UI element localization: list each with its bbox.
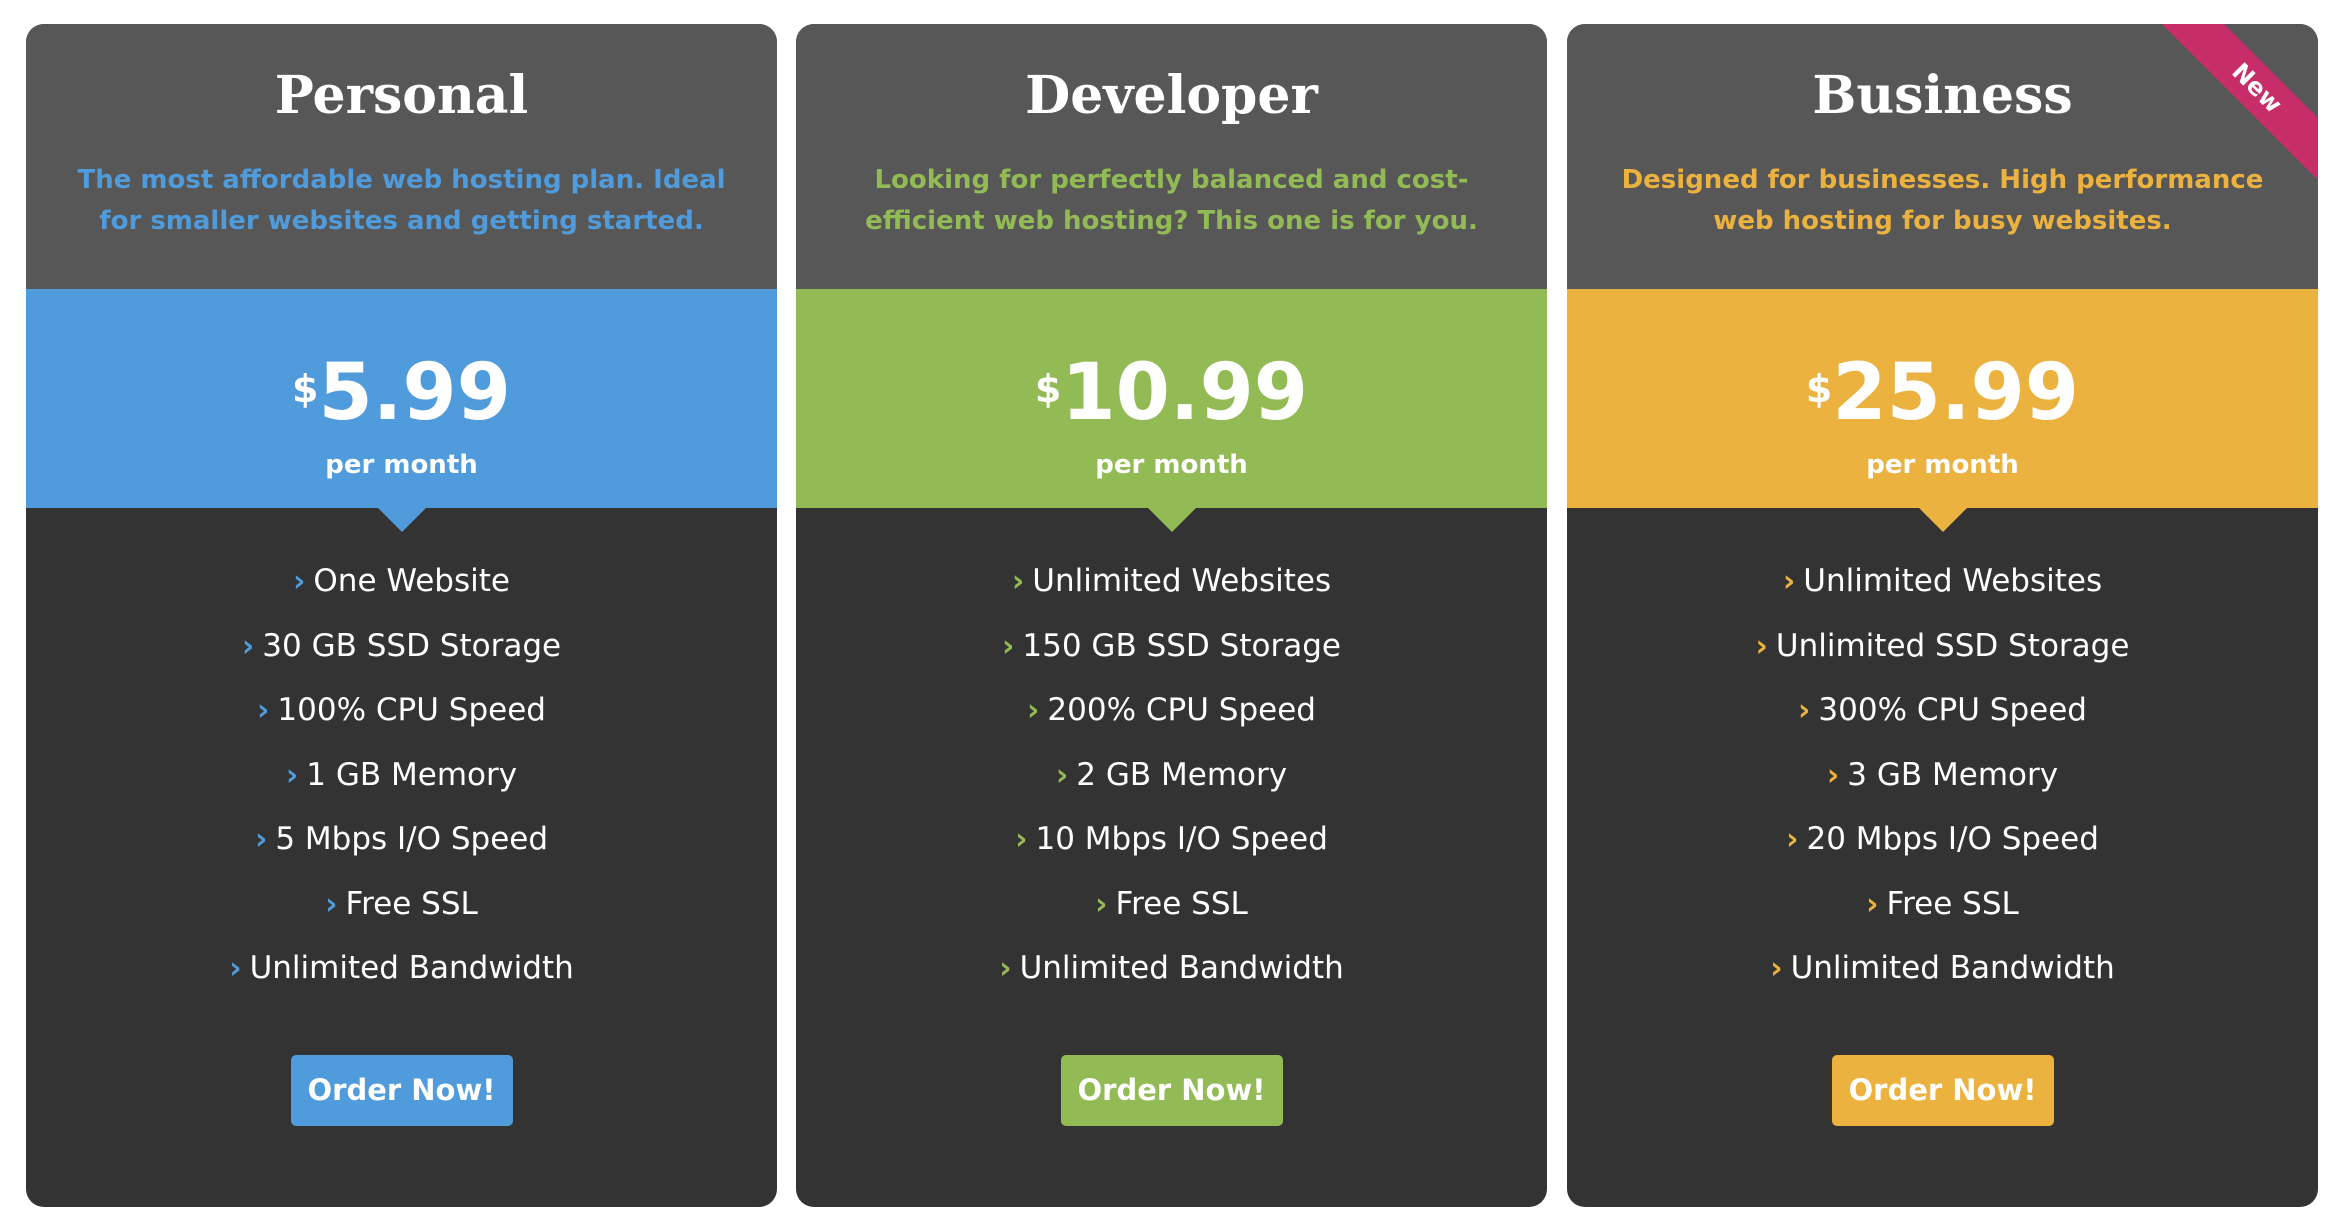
feature-label: 300% CPU Speed <box>1818 692 2087 728</box>
feature-label: Unlimited Websites <box>1032 563 1332 599</box>
feature-label: 2 GB Memory <box>1076 756 1288 793</box>
chevron-right-icon: › <box>285 757 299 793</box>
price-band: $5.99 per month <box>26 289 777 508</box>
chevron-right-icon: › <box>1027 693 1040 728</box>
chevron-right-icon: › <box>1002 628 1015 664</box>
feature-label: Unlimited SSD Storage <box>1775 627 2130 664</box>
chevron-right-icon: › <box>1786 822 1799 857</box>
feature-item: › Free SSL <box>26 884 777 949</box>
feature-item: › Unlimited Bandwidth <box>26 948 777 1013</box>
plan-price: $5.99 <box>26 349 777 458</box>
feature-label: Unlimited Bandwidth <box>249 950 574 986</box>
feature-list: › Unlimited Websites › Unlimited SSD Stora… <box>1567 561 2318 1013</box>
chevron-right-icon: › <box>241 628 255 664</box>
chevron-right-icon: › <box>1782 564 1796 599</box>
price-period: per month <box>325 450 478 480</box>
price-period: per month <box>1866 450 2019 480</box>
feature-item: › 5 Mbps I/O Speed <box>26 819 777 884</box>
plan-price: $25.99 <box>1567 349 2318 458</box>
price-pointer <box>1147 508 1196 532</box>
price-currency: $ <box>292 367 319 411</box>
feature-label: 1 GB Memory <box>306 756 518 793</box>
feature-item: › 150 GB SSD Storage <box>796 626 1547 691</box>
price-band: $25.99 per month <box>1567 289 2318 508</box>
price-amount: 5.99 <box>318 348 511 438</box>
feature-item: › 2 GB Memory <box>796 755 1547 820</box>
feature-item: › 1 GB Memory <box>26 755 777 820</box>
price-currency: $ <box>1034 367 1062 411</box>
feature-item: › Unlimited Bandwidth <box>796 948 1547 1013</box>
ribbon-label: New <box>2160 24 2318 185</box>
order-now-button[interactable]: Order Now! <box>290 1055 513 1126</box>
chevron-right-icon: › <box>325 886 338 922</box>
price-period: per month <box>1095 450 1248 480</box>
price-band: $10.99 per month <box>796 289 1547 508</box>
feature-item: › Unlimited Bandwidth <box>1567 948 2318 1013</box>
plan-card-personal: Personal The most affordable web hosting… <box>26 24 777 1207</box>
feature-label: Free SSL <box>1886 885 2019 922</box>
feature-label: 100% CPU Speed <box>277 692 546 728</box>
plan-header: Personal The most affordable web hosting… <box>26 24 777 289</box>
feature-label: 10 Mbps I/O Speed <box>1035 821 1328 857</box>
price-amount: 10.99 <box>1061 348 1309 438</box>
feature-label: 20 Mbps I/O Speed <box>1806 821 2099 857</box>
plan-header: Developer Looking for perfectly balanced… <box>796 24 1547 289</box>
feature-label: 30 GB SSD Storage <box>262 627 562 664</box>
chevron-right-icon: › <box>1011 564 1025 599</box>
price-pointer <box>1918 508 1967 532</box>
chevron-right-icon: › <box>999 951 1012 986</box>
feature-list: › One Website › 30 GB SSD Storage › 100% CP… <box>26 561 777 1013</box>
chevron-right-icon: › <box>293 564 306 599</box>
plan-description: The most affordable web hosting plan. Id… <box>77 165 726 236</box>
plan-name: Personal <box>274 65 529 126</box>
plan-name: Developer <box>1025 65 1318 126</box>
feature-item: › Unlimited Websites <box>796 561 1547 626</box>
chevron-right-icon: › <box>1755 628 1768 664</box>
feature-item: › Free SSL <box>796 884 1547 949</box>
feature-item: › 3 GB Memory <box>1567 755 2318 820</box>
chevron-right-icon: › <box>1798 693 1811 728</box>
plan-description: Looking for perfectly balanced and cost-… <box>865 165 1478 236</box>
price-pointer <box>377 508 426 532</box>
pricing-table: Personal The most affordable web hosting… <box>0 0 2338 1230</box>
feature-item: › 300% CPU Speed <box>1567 690 2318 755</box>
chevron-right-icon: › <box>257 693 270 728</box>
feature-item: › Unlimited Websites <box>1567 561 2318 626</box>
feature-label: One Website <box>313 563 510 599</box>
order-now-button[interactable]: Order Now! <box>1831 1055 2054 1126</box>
chevron-right-icon: › <box>1770 951 1783 986</box>
chevron-right-icon: › <box>1866 886 1879 922</box>
feature-label: 200% CPU Speed <box>1047 692 1316 728</box>
feature-item: › 10 Mbps I/O Speed <box>796 819 1547 884</box>
feature-item: › 30 GB SSD Storage <box>26 626 777 691</box>
plan-price: $10.99 <box>796 349 1547 458</box>
feature-label: 150 GB SSD Storage <box>1022 627 1341 664</box>
feature-label: 5 Mbps I/O Speed <box>275 821 549 857</box>
feature-label: 3 GB Memory <box>1847 756 2059 793</box>
feature-label: Unlimited Bandwidth <box>1019 950 1344 986</box>
price-amount: 25.99 <box>1832 348 2080 438</box>
feature-label: Free SSL <box>345 885 478 922</box>
feature-item: › 200% CPU Speed <box>796 690 1547 755</box>
chevron-right-icon: › <box>1015 822 1028 857</box>
feature-label: Unlimited Bandwidth <box>1790 950 2115 986</box>
feature-label: Unlimited Websites <box>1803 563 2103 599</box>
chevron-right-icon: › <box>1095 886 1108 922</box>
feature-label: Free SSL <box>1115 885 1248 922</box>
feature-item: › Free SSL <box>1567 884 2318 949</box>
chevron-right-icon: › <box>1826 757 1840 793</box>
feature-list: › Unlimited Websites › 150 GB SSD Storage … <box>796 561 1547 1013</box>
chevron-right-icon: › <box>229 951 242 986</box>
order-now-button[interactable]: Order Now! <box>1060 1055 1283 1126</box>
feature-item: › One Website <box>26 561 777 626</box>
price-currency: $ <box>1805 367 1833 411</box>
feature-item: › Unlimited SSD Storage <box>1567 626 2318 691</box>
feature-item: › 100% CPU Speed <box>26 690 777 755</box>
feature-item: › 20 Mbps I/O Speed <box>1567 819 2318 884</box>
plan-card-business: Business Designed for businesses. High p… <box>1567 24 2318 1207</box>
plan-card-developer: Developer Looking for perfectly balanced… <box>796 24 1547 1207</box>
chevron-right-icon: › <box>254 822 268 857</box>
new-ribbon: New <box>2148 24 2318 194</box>
chevron-right-icon: › <box>1055 757 1069 793</box>
